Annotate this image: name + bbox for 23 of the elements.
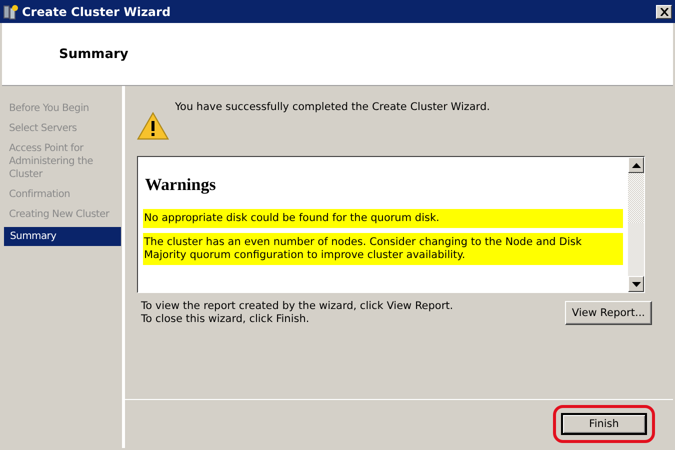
- scroll-up-icon: [632, 162, 640, 168]
- warning-message: The cluster has an even number of nodes. Consider changing to the Node and Disk Majority quorum configuration to improve cluster availability.: [143, 233, 623, 265]
- success-message: You have successfully completed the Create Cluster Wizard.: [175, 101, 490, 113]
- page-title: Summary: [59, 46, 128, 62]
- sidebar-item[interactable]: Before You Begin: [4, 101, 121, 116]
- sidebar-item[interactable]: Confirmation: [4, 187, 121, 202]
- report-heading: Warnings: [145, 175, 217, 195]
- window-title: Create Cluster Wizard: [22, 4, 172, 18]
- finish-button[interactable]: Finish: [561, 413, 647, 435]
- sidebar-item[interactable]: Creating New Cluster: [4, 207, 121, 222]
- instruction-text: To close this wizard, click Finish.: [141, 313, 310, 326]
- scroll-down-icon: [632, 282, 640, 286]
- sidebar-item[interactable]: Select Servers: [4, 121, 121, 136]
- scrollbar[interactable]: [628, 157, 644, 292]
- instruction-text: To view the report created by the wizard, click View Report.: [141, 300, 454, 313]
- view-report-button[interactable]: View Report...: [564, 301, 652, 325]
- sidebar-item[interactable]: Summary: [4, 227, 121, 246]
- sidebar-item[interactable]: Access Point for Administering the Cluster: [4, 141, 121, 182]
- close-icon: [660, 8, 668, 16]
- close-button[interactable]: [656, 4, 672, 18]
- warning-message: No appropriate disk could be found for the quorum disk.: [143, 209, 623, 228]
- warning-icon: [137, 112, 169, 140]
- server-cluster-icon: [3, 4, 19, 20]
